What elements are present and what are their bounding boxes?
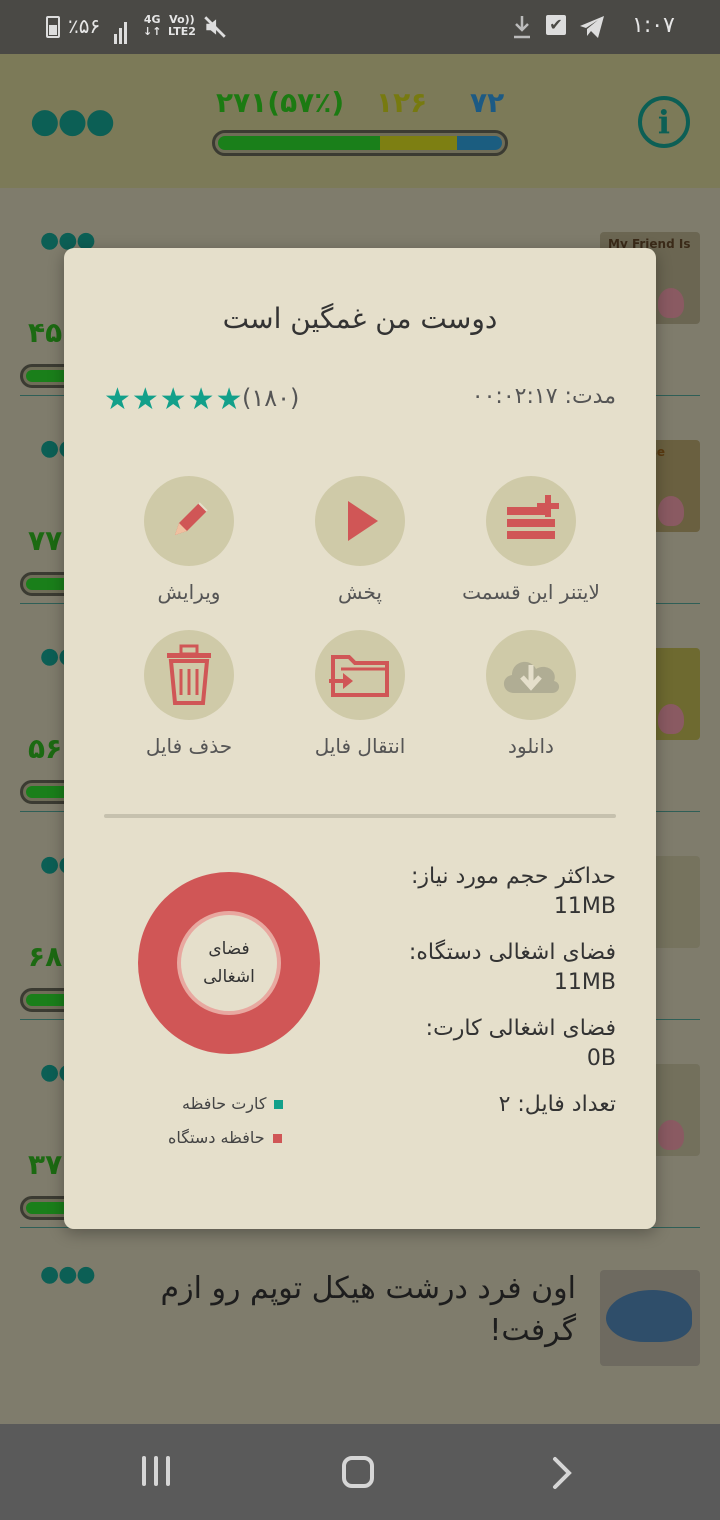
legend-card-label: کارت حافظه	[182, 1094, 267, 1113]
recents-icon[interactable]	[142, 1456, 172, 1486]
donut-center-line1: فضای	[208, 939, 249, 959]
legend-device-label: حافظه دستگاه	[168, 1128, 265, 1147]
item-count: ۶۸	[28, 940, 63, 973]
edit-button[interactable]: ویرایش	[104, 476, 274, 604]
card-usage-value: 0B	[586, 1046, 616, 1071]
legend-card: کارت حافظه	[182, 1094, 284, 1113]
episode-title: اون فرد درشت هیکل توپم رو ازم گرفت!	[160, 1271, 576, 1348]
folder-move-icon	[315, 630, 405, 720]
play-icon	[315, 476, 405, 566]
max-size-label: حداکثر حجم مورد نیاز:	[410, 864, 616, 889]
overall-progress-bar	[212, 130, 508, 156]
duration-label: مدت:	[564, 384, 616, 409]
learned-count: ۲۷۱(۵۷٪)	[216, 86, 345, 119]
duration: مدت: ۰۰:۰۲:۱۷	[472, 384, 616, 409]
download-label: دانلود	[508, 734, 554, 758]
item-count: ۳۷	[28, 1148, 63, 1181]
volte-bottom: LTE2	[168, 25, 196, 38]
legend-device-swatch	[272, 1134, 282, 1143]
item-count: ۵۶	[28, 732, 63, 765]
max-size-info: حداکثر حجم مورد نیاز: 11MB	[316, 862, 616, 922]
progress-green-segment	[218, 136, 380, 150]
mute-icon	[202, 14, 228, 47]
rating-stars: ★★★★★	[104, 382, 244, 417]
back-icon[interactable]	[546, 1456, 576, 1489]
edit-label: ویرایش	[157, 580, 221, 604]
telegram-icon	[578, 14, 606, 47]
navigation-bar	[0, 1424, 720, 1520]
network-indicator: 4G ↓↑	[143, 14, 161, 38]
file-count: تعداد فایل: ۲	[498, 1092, 616, 1117]
legend-card-swatch	[274, 1100, 284, 1109]
device-usage-value: 11MB	[553, 970, 616, 995]
download-icon	[512, 14, 532, 47]
playlist-add-icon	[486, 476, 576, 566]
info-icon[interactable]: i	[638, 96, 690, 148]
dialog-title: دوست من غمگین است	[222, 302, 498, 335]
status-bar: ٪۵۶ 4G ↓↑ Vo)) LTE2 ✔ ۱:۰۷	[0, 0, 720, 54]
cloud-download-icon	[486, 630, 576, 720]
card-usage-label: فضای اشغالی کارت:	[425, 1016, 616, 1041]
in-progress-count: ۱۲۶	[376, 86, 428, 119]
item-count: ۷۷	[28, 524, 63, 557]
episode-thumbnail	[600, 1270, 700, 1366]
file-count-info: تعداد فایل: ۲	[316, 1090, 616, 1120]
max-size-value: 11MB	[553, 894, 616, 919]
progress-yellow-segment	[379, 136, 457, 150]
battery-percent: ٪۵۶	[68, 14, 101, 38]
network-arrows: ↓↑	[143, 25, 162, 38]
download-button[interactable]: دانلود	[446, 630, 616, 758]
delete-file-label: حذف فایل	[145, 734, 233, 758]
progress-blue-segment	[456, 136, 502, 150]
play-label: پخش	[338, 580, 382, 604]
clock: ۱:۰۷	[632, 13, 675, 38]
lightner-label: لایتنر این قسمت	[462, 580, 600, 604]
pencil-icon	[144, 476, 234, 566]
legend-device: حافظه دستگاه	[168, 1128, 282, 1147]
signal-icon	[114, 16, 129, 44]
battery-icon	[46, 16, 60, 38]
donut-hole	[181, 915, 277, 1011]
volte-indicator: Vo)) LTE2	[168, 14, 196, 38]
duration-value: ۰۰:۰۲:۱۷	[471, 384, 558, 409]
new-count: ۷۲	[470, 86, 505, 119]
divider	[104, 814, 616, 818]
rating-count: (۱۸۰)	[242, 384, 300, 412]
list-item[interactable]: ●●● اون فرد درشت هیکل توپم رو ازم گرفت!	[20, 1246, 700, 1424]
delete-file-button[interactable]: حذف فایل	[104, 630, 274, 758]
more-dots-icon[interactable]: ●●●	[40, 1262, 96, 1287]
item-count: ۴۵	[28, 316, 63, 349]
move-file-button[interactable]: انتقال فایل	[275, 630, 445, 758]
episode-options-dialog: دوست من غمگین است ★★★★★ (۱۸۰) مدت: ۰۰:۰۲…	[64, 248, 656, 1229]
more-dots-icon[interactable]: ●●●	[30, 104, 115, 138]
donut-center-line2: اشغالی	[203, 967, 255, 987]
add-to-lightner-button[interactable]: لایتنر این قسمت	[446, 476, 616, 604]
play-button[interactable]: پخش	[275, 476, 445, 604]
move-file-label: انتقال فایل	[314, 734, 406, 758]
card-usage-info: فضای اشغالی کارت: 0B	[316, 1014, 616, 1074]
device-usage-label: فضای اشغالی دستگاه:	[408, 940, 616, 965]
app-header: ●●● ۲۷۱(۵۷٪) ۱۲۶ ۷۲ i	[0, 54, 720, 188]
home-icon[interactable]	[342, 1456, 374, 1488]
checkbox-icon: ✔	[546, 15, 566, 35]
trash-icon	[144, 630, 234, 720]
device-usage-info: فضای اشغالی دستگاه: 11MB	[316, 938, 616, 998]
storage-donut-chart: فضای اشغالی	[138, 872, 320, 1054]
